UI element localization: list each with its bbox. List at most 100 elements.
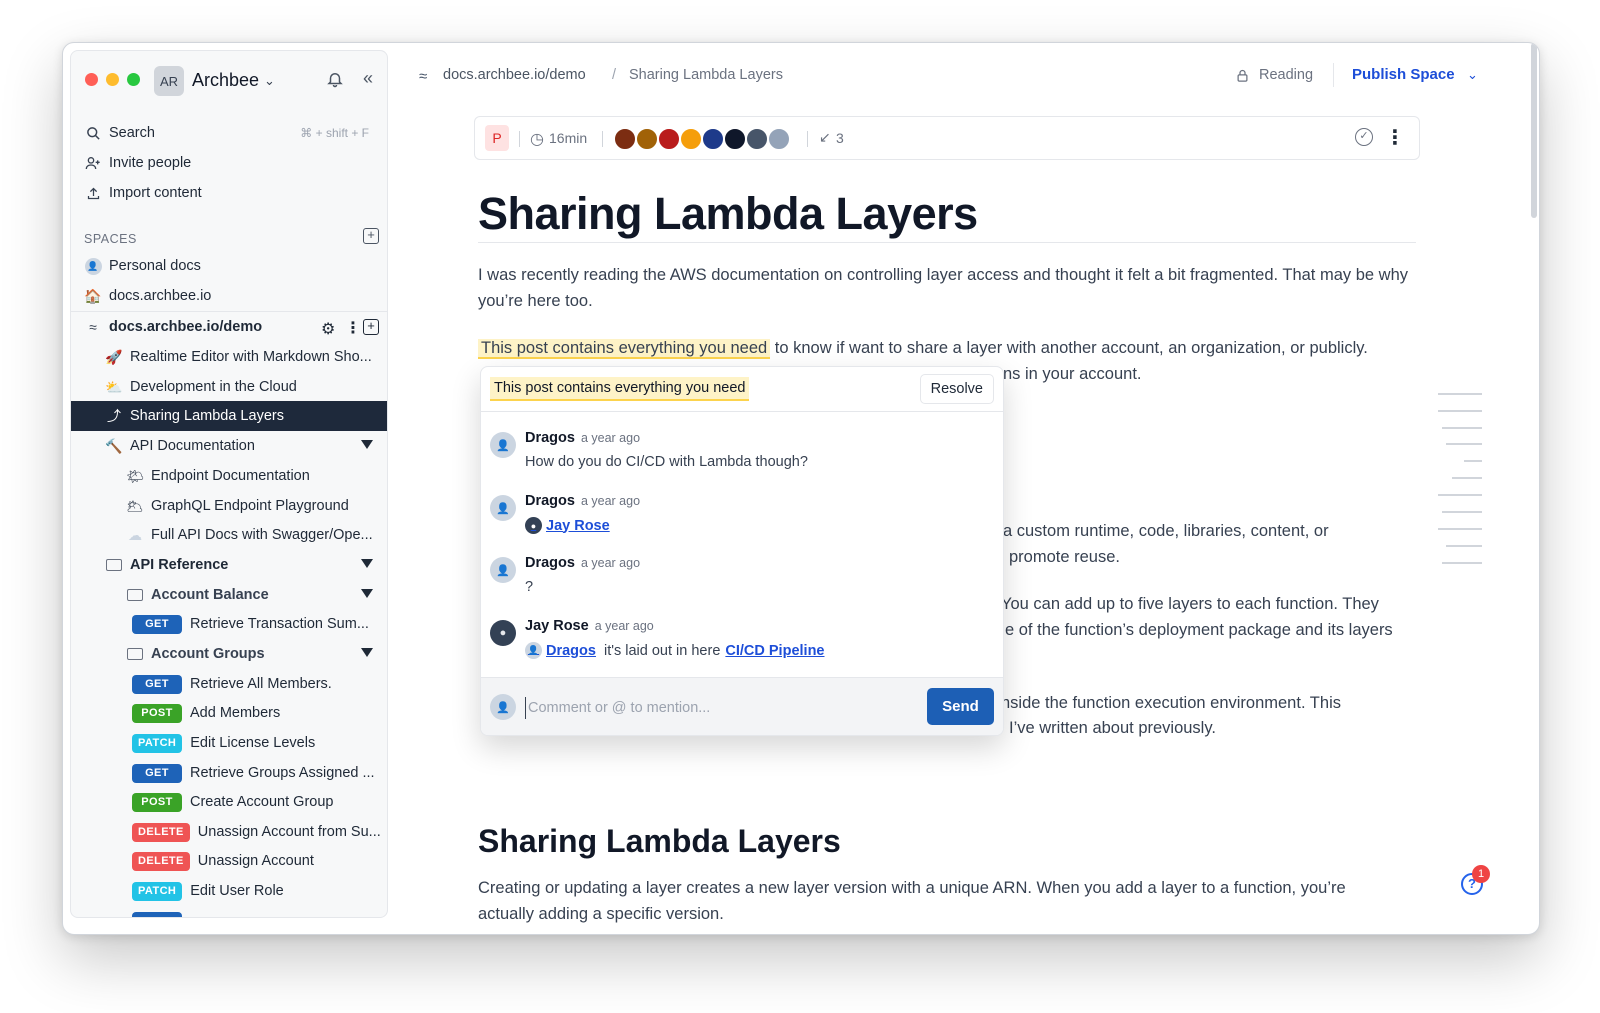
space-docs-archbee[interactable]: 🏠 docs.archbee.io xyxy=(71,281,387,311)
avatar[interactable]: ● xyxy=(490,620,516,646)
tree-item-full-api-docs[interactable]: ☁ Full API Docs with Swagger/Ope... xyxy=(71,520,387,550)
user-mention[interactable]: ● Jay Rose xyxy=(525,517,610,534)
toc-line[interactable] xyxy=(1438,494,1482,496)
tree-item-account-groups[interactable]: Account Groups xyxy=(71,639,387,669)
gear-icon[interactable]: ⚙ xyxy=(321,319,335,339)
reading-mode-toggle[interactable]: Reading xyxy=(1259,67,1313,83)
space-personal-docs[interactable]: 👤 Personal docs xyxy=(71,251,387,281)
toc-line[interactable] xyxy=(1438,393,1482,395)
tree-item-endpoint[interactable]: POST Create Account Group xyxy=(71,787,387,817)
tree-item-api-reference[interactable]: API Reference xyxy=(71,550,387,580)
more-vertical-icon[interactable]: ⋮ xyxy=(1385,125,1405,150)
section-heading[interactable]: Sharing Lambda Layers xyxy=(478,823,841,860)
workspace-name[interactable]: Archbee xyxy=(192,70,259,91)
avatar[interactable]: 👤 xyxy=(490,432,516,458)
backlink-icon[interactable]: ↙ xyxy=(819,129,831,146)
method-badge: GET xyxy=(132,674,182,694)
tree-item-endpoint[interactable]: PATCH Edit License Levels xyxy=(71,728,387,758)
close-window-button[interactable] xyxy=(85,73,98,86)
add-space-icon[interactable]: + xyxy=(363,228,379,244)
avatar[interactable] xyxy=(745,127,769,151)
search-icon xyxy=(84,124,102,142)
toc-line[interactable] xyxy=(1438,528,1482,530)
meta-divider xyxy=(807,131,808,147)
check-circle-icon[interactable]: ✓ xyxy=(1355,128,1373,146)
tree-item-endpoint[interactable]: GET Retrieve All Members. xyxy=(71,669,387,699)
tree-item-endpoint[interactable]: GET Retrieve Transaction Sum... xyxy=(71,609,387,639)
backlink-count[interactable]: 3 xyxy=(836,130,844,146)
tree-item-endpoint[interactable]: DELETE Unassign Account xyxy=(71,846,387,876)
tree-item-api-documentation[interactable]: 🔨 API Documentation xyxy=(71,431,387,461)
tree-item-endpoint-partial[interactable] xyxy=(71,906,387,917)
import-content-action[interactable]: Import content xyxy=(71,178,387,208)
meta-divider xyxy=(602,131,603,147)
chevron-down-icon[interactable]: ⌄ xyxy=(1467,67,1478,83)
add-doc-icon[interactable]: + xyxy=(363,319,379,335)
chevron-down-icon[interactable]: ⌄ xyxy=(264,73,275,89)
avatar[interactable] xyxy=(767,127,791,151)
tree-item-realtime-editor[interactable]: 🚀 Realtime Editor with Markdown Sho... xyxy=(71,342,387,372)
highlighted-text[interactable]: This post contains everything you need xyxy=(478,339,771,359)
contributor-avatars[interactable] xyxy=(613,127,791,151)
current-space[interactable]: ≈ docs.archbee.io/demo ⚙ ⋮ + xyxy=(71,312,387,342)
toc-line[interactable] xyxy=(1446,443,1482,445)
doc-link[interactable]: CI/CD Pipeline xyxy=(725,643,824,659)
tree-item-label: Unassign Account xyxy=(197,853,314,869)
avatar[interactable]: 👤 xyxy=(490,495,516,521)
avatar[interactable] xyxy=(613,127,637,151)
toc-line[interactable] xyxy=(1464,460,1482,462)
expand-triangle-icon[interactable] xyxy=(361,589,373,598)
house-icon: 🏠 xyxy=(84,287,102,304)
avatar[interactable] xyxy=(701,127,725,151)
minimize-window-button[interactable] xyxy=(106,73,119,86)
comment-thread-popup: This post contains everything you need R… xyxy=(480,366,1004,736)
tree-item-graphql-playground[interactable]: 🌥 GraphQL Endpoint Playground xyxy=(71,491,387,521)
search-action[interactable]: Search ⌘ + shift + F xyxy=(71,118,387,148)
maximize-window-button[interactable] xyxy=(127,73,140,86)
tree-item-endpoint[interactable]: PATCH Edit User Role xyxy=(71,876,387,906)
tree-item-account-balance[interactable]: Account Balance xyxy=(71,580,387,610)
toc-line[interactable] xyxy=(1438,410,1482,412)
user-mention[interactable]: 👤 Dragos xyxy=(525,642,596,659)
avatar[interactable] xyxy=(723,127,747,151)
toc-line[interactable] xyxy=(1442,562,1482,564)
hammer-icon: 🔨 xyxy=(105,437,123,454)
tree-item-endpoint[interactable]: POST Add Members xyxy=(71,698,387,728)
tree-item-endpoint-documentation[interactable]: 🌤 Endpoint Documentation xyxy=(71,461,387,491)
breadcrumb-page[interactable]: Sharing Lambda Layers xyxy=(629,67,783,83)
toc-line[interactable] xyxy=(1442,427,1482,429)
bell-icon[interactable] xyxy=(326,70,344,88)
expand-triangle-icon[interactable] xyxy=(361,559,373,568)
avatar[interactable] xyxy=(679,127,703,151)
breadcrumb-space[interactable]: docs.archbee.io/demo xyxy=(443,67,586,83)
page-badge[interactable]: P xyxy=(485,125,509,151)
space-label: Personal docs xyxy=(109,258,201,274)
tree-item-development-cloud[interactable]: ⛅ Development in the Cloud xyxy=(71,372,387,402)
paragraph-intro[interactable]: I was recently reading the AWS documenta… xyxy=(478,262,1418,314)
resolve-button[interactable]: Resolve xyxy=(919,374,994,404)
toc-line[interactable] xyxy=(1442,511,1482,513)
comment-input[interactable] xyxy=(525,697,915,719)
lock-icon[interactable] xyxy=(1235,68,1250,86)
workspace-avatar[interactable]: AR xyxy=(154,66,184,96)
expand-triangle-icon[interactable] xyxy=(361,648,373,657)
avatar[interactable] xyxy=(635,127,659,151)
paragraph-line: Creating or updating a layer creates a n… xyxy=(478,879,1346,897)
toc-line[interactable] xyxy=(1452,477,1482,479)
invite-people-action[interactable]: Invite people xyxy=(71,148,387,178)
tree-item-endpoint[interactable]: GET Retrieve Groups Assigned ... xyxy=(71,758,387,788)
more-vertical-icon[interactable]: ⋮ xyxy=(345,318,361,338)
scrollbar[interactable] xyxy=(1531,43,1537,218)
collapse-sidebar-icon[interactable]: « xyxy=(363,68,373,89)
page-title[interactable]: Sharing Lambda Layers xyxy=(478,188,978,240)
paragraph-highlight[interactable]: This post contains everything you need t… xyxy=(478,335,1368,361)
expand-triangle-icon[interactable] xyxy=(361,440,373,449)
send-button[interactable]: Send xyxy=(927,688,994,725)
meta-divider xyxy=(519,131,520,147)
tree-item-endpoint[interactable]: DELETE Unassign Account from Su... xyxy=(71,817,387,847)
avatar[interactable]: 👤 xyxy=(490,557,516,583)
publish-space-button[interactable]: Publish Space xyxy=(1352,66,1455,83)
avatar[interactable] xyxy=(657,127,681,151)
toc-line[interactable] xyxy=(1446,545,1482,547)
tree-item-sharing-lambda-layers[interactable]: ⤴ Sharing Lambda Layers xyxy=(71,401,387,431)
